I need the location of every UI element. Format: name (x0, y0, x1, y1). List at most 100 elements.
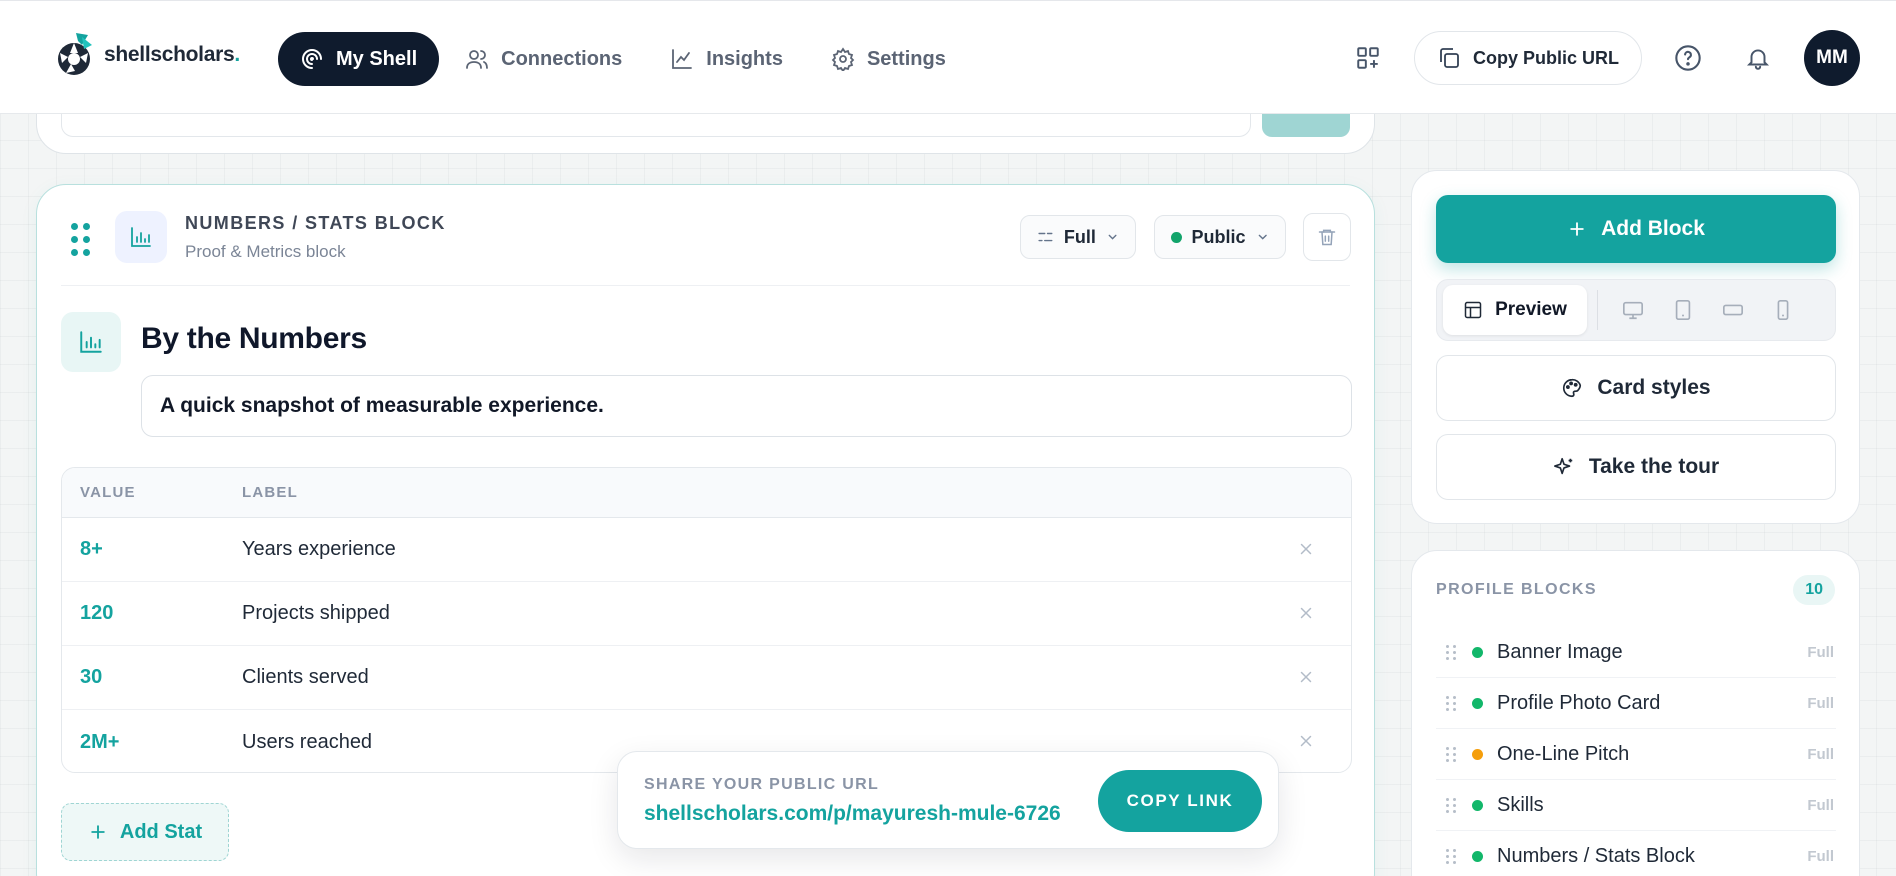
profile-blocks-list: Banner Image Full Profile Photo Card Ful… (1436, 627, 1836, 876)
drag-grip-icon[interactable] (1446, 797, 1456, 813)
sliders-icon (1038, 232, 1053, 242)
desktop-preview-button[interactable] (1608, 285, 1658, 335)
stats-table-header: VALUE LABEL (62, 468, 1351, 518)
preview-toolbar: Preview (1436, 279, 1836, 341)
brand-logo[interactable]: shellscholars. (54, 31, 240, 79)
editor-actions-panel: Add Block Preview Card styles Take the t… (1411, 170, 1860, 524)
block-width-tag: Full (1807, 847, 1834, 865)
stat-label-input[interactable]: Projects shipped (242, 602, 390, 625)
take-tour-button[interactable]: Take the tour (1436, 434, 1836, 500)
stat-value-input[interactable]: 2M+ (62, 731, 242, 754)
nav-my-shell-label: My Shell (336, 47, 418, 70)
block-name: Profile Photo Card (1497, 691, 1661, 714)
help-button[interactable] (1664, 34, 1712, 82)
copy-public-url-button[interactable]: Copy Public URL (1413, 31, 1642, 85)
table-row: 8+ Years experience (62, 518, 1351, 582)
block-drag-handle[interactable] (71, 223, 90, 256)
bell-icon (1746, 49, 1770, 70)
preview-label: Preview (1495, 299, 1567, 320)
tablet-preview-button[interactable] (1658, 285, 1708, 335)
stat-label-input[interactable]: Clients served (242, 666, 369, 689)
previous-block-input[interactable] (61, 111, 1251, 137)
block-header-divider (61, 285, 1350, 286)
list-item[interactable]: Profile Photo Card Full (1436, 678, 1836, 729)
apps-add-button[interactable] (1344, 34, 1392, 82)
status-dot (1472, 850, 1483, 862)
sparkles-icon (1553, 457, 1573, 475)
drag-grip-icon[interactable] (1446, 746, 1456, 762)
status-dot (1472, 748, 1483, 760)
plus-icon (1570, 222, 1584, 236)
value-column-header: VALUE (80, 484, 136, 501)
share-url-link[interactable]: shellscholars.com/p/mayuresh-mule-6726 (644, 802, 1061, 826)
monitor-icon (1623, 301, 1643, 320)
block-subtitle-input[interactable]: A quick snapshot of measurable experienc… (141, 375, 1352, 437)
delete-block-button[interactable] (1303, 213, 1351, 261)
block-width-value: Full (1063, 226, 1096, 247)
list-item[interactable]: Numbers / Stats Block Full (1436, 831, 1836, 876)
drag-grip-icon[interactable] (1446, 848, 1456, 864)
stat-value-input[interactable]: 8+ (62, 538, 242, 561)
nav-insights[interactable]: Insights (648, 32, 805, 86)
tablet-landscape-icon (1723, 304, 1743, 316)
list-item[interactable]: Skills Full (1436, 780, 1836, 831)
tablet-icon (1675, 300, 1691, 320)
add-stat-button[interactable]: Add Stat (61, 803, 229, 861)
block-sub-label: Proof & Metrics block (185, 242, 346, 261)
add-block-button[interactable]: Add Block (1436, 195, 1836, 263)
preview-divider (1597, 290, 1598, 330)
tablet-landscape-preview-button[interactable] (1708, 285, 1758, 335)
copy-public-url-label: Copy Public URL (1472, 47, 1619, 68)
stat-value-input[interactable]: 120 (62, 602, 242, 625)
block-type-label: NUMBERS / STATS BLOCK (185, 213, 446, 233)
drag-grip-icon[interactable] (1446, 695, 1456, 711)
grid-plus-icon (1357, 47, 1379, 69)
layout-icon (1464, 301, 1482, 319)
stat-label-input[interactable]: Years experience (242, 538, 396, 561)
block-width-tag: Full (1807, 694, 1834, 712)
drag-grip-icon[interactable] (1446, 644, 1456, 660)
block-title[interactable]: By the Numbers (141, 322, 367, 356)
block-name: One-Line Pitch (1497, 742, 1630, 765)
avatar-initials: MM (1816, 47, 1848, 68)
previous-block-button[interactable] (1262, 111, 1350, 137)
status-dot (1472, 646, 1483, 658)
chevron-down-icon (1108, 234, 1117, 240)
remove-stat-close-icon[interactable] (1297, 732, 1315, 750)
user-avatar[interactable]: MM (1804, 30, 1860, 86)
add-block-label: Add Block (1601, 217, 1705, 240)
table-row: 120 Projects shipped (62, 582, 1351, 646)
users-icon (466, 50, 489, 69)
card-styles-button[interactable]: Card styles (1436, 355, 1836, 421)
copy-link-button[interactable]: COPY LINK (1098, 770, 1262, 832)
list-item[interactable]: One-Line Pitch Full (1436, 729, 1836, 780)
mobile-preview-button[interactable] (1758, 285, 1808, 335)
preview-button[interactable]: Preview (1443, 285, 1587, 335)
block-name: Banner Image (1497, 640, 1623, 663)
list-item[interactable]: Banner Image Full (1436, 627, 1836, 678)
main-nav: My Shell Connections Insights Settings (278, 32, 968, 86)
stat-label-input[interactable]: Users reached (242, 731, 372, 754)
profile-blocks-title: PROFILE BLOCKS (1436, 581, 1597, 598)
share-url-label: SHARE YOUR PUBLIC URL (644, 776, 880, 793)
status-dot (1472, 697, 1483, 709)
plus-icon (91, 825, 105, 839)
notifications-button[interactable] (1734, 34, 1782, 82)
stat-value-input[interactable]: 30 (62, 666, 242, 689)
shell-swirl-icon (302, 49, 322, 69)
profile-blocks-count-badge: 10 (1793, 575, 1835, 605)
smartphone-icon (1777, 300, 1789, 320)
nav-my-shell[interactable]: My Shell (278, 32, 440, 86)
block-name: Numbers / Stats Block (1497, 844, 1695, 867)
remove-stat-close-icon[interactable] (1297, 540, 1315, 558)
nav-insights-label: Insights (706, 47, 783, 70)
nav-settings[interactable]: Settings (809, 32, 968, 86)
remove-stat-close-icon[interactable] (1297, 604, 1315, 622)
block-visibility-value: Public (1191, 226, 1246, 247)
block-visibility-select[interactable]: Public (1154, 215, 1286, 259)
block-width-select[interactable]: Full (1020, 215, 1136, 259)
label-column-header: LABEL (242, 484, 298, 501)
nav-connections[interactable]: Connections (443, 32, 644, 86)
top-navigation-bar: shellscholars. My Shell Connections Insi… (0, 0, 1896, 114)
remove-stat-close-icon[interactable] (1297, 668, 1315, 686)
